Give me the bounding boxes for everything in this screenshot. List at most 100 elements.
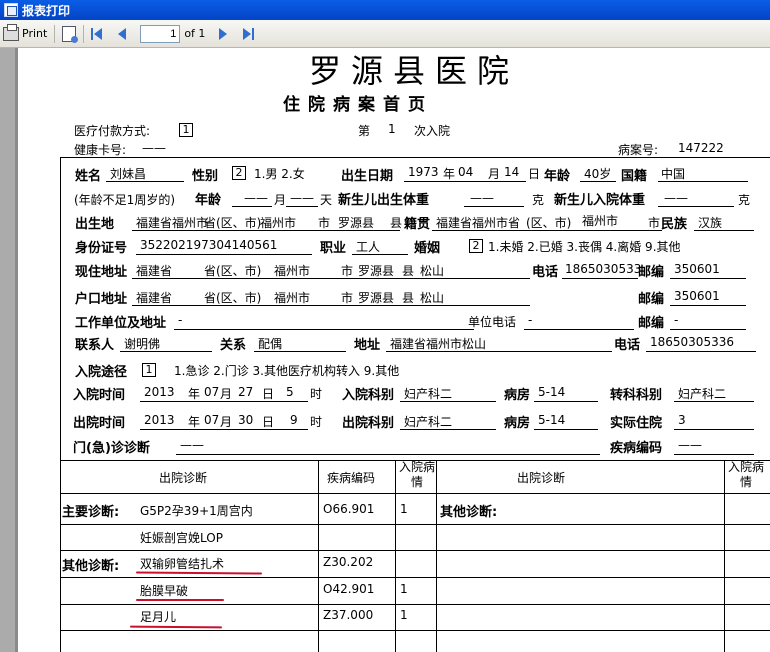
contact-value: 谢明佛 bbox=[124, 337, 161, 351]
underline bbox=[400, 401, 496, 402]
diagnosis-condition: 1 bbox=[400, 582, 408, 596]
underline bbox=[232, 206, 272, 207]
next-page-button[interactable] bbox=[211, 23, 235, 45]
admit-hour-unit: 时 bbox=[310, 387, 323, 401]
case-value: 147222 bbox=[678, 141, 724, 155]
job-label: 职业 bbox=[320, 241, 347, 256]
birthplace-county: 罗源县 bbox=[338, 216, 375, 230]
address-city-unit: 市 bbox=[341, 264, 354, 278]
other-diagnosis-label-right: 其他诊断: bbox=[440, 505, 498, 520]
diagnosis-condition: 1 bbox=[400, 502, 408, 516]
table-row-line bbox=[60, 630, 770, 631]
table-header-condition-right: 入院病情 bbox=[728, 460, 765, 489]
discharge-hour-unit: 时 bbox=[310, 415, 323, 429]
work-label: 工作单位及地址 bbox=[75, 316, 167, 331]
page-setup-button[interactable] bbox=[59, 23, 79, 45]
underline bbox=[658, 206, 734, 207]
hukou-province-unit: 省(区、市) bbox=[204, 291, 262, 305]
underline bbox=[658, 181, 748, 182]
phone-value: 1865030533 bbox=[565, 262, 642, 276]
native-label: 籍贯 bbox=[404, 217, 431, 232]
prev-page-button[interactable] bbox=[110, 23, 134, 45]
last-page-button[interactable] bbox=[235, 23, 257, 45]
birthplace-province-unit: 省(区、市) bbox=[204, 216, 262, 230]
pay-value: 1 bbox=[179, 123, 193, 137]
print-button[interactable]: Print bbox=[0, 23, 50, 45]
admit-dept-label: 入院科别 bbox=[342, 388, 395, 403]
native-province: 福建省福州市省 bbox=[436, 216, 521, 230]
hukou-province: 福建省 bbox=[136, 291, 173, 305]
work-zip-label: 邮编 bbox=[638, 316, 665, 331]
underline bbox=[132, 278, 530, 279]
underline bbox=[694, 230, 754, 231]
nb-admit-label: 新生儿入院体重 bbox=[554, 193, 646, 208]
nb-weight-value: —— bbox=[470, 191, 494, 205]
nation-value: 中国 bbox=[661, 167, 686, 181]
marry-value: 2 bbox=[469, 239, 483, 253]
discharge-dept-value: 妇产科二 bbox=[404, 415, 453, 429]
first-page-bar-icon bbox=[91, 27, 94, 40]
admit-year-unit: 年 bbox=[188, 387, 201, 401]
work-phone-label: 单位电话 bbox=[468, 315, 517, 329]
native-city: 福州市 bbox=[582, 214, 619, 228]
transfer-label: 转科科别 bbox=[610, 388, 663, 403]
underline bbox=[580, 181, 616, 182]
contact-label: 联系人 bbox=[75, 338, 115, 353]
birth-year: 1973 bbox=[408, 165, 439, 179]
app-icon bbox=[4, 3, 18, 17]
discharge-day: 30 bbox=[238, 413, 254, 427]
diagnosis-code: Z37.000 bbox=[323, 608, 374, 622]
underline bbox=[534, 429, 598, 430]
hukou-city: 福州市 bbox=[274, 291, 311, 305]
birthplace-city-unit: 市 bbox=[318, 216, 331, 230]
work-phone-value: - bbox=[528, 313, 533, 327]
discharge-hour: 9 bbox=[290, 413, 298, 427]
first-page-button[interactable] bbox=[88, 23, 110, 45]
underline bbox=[464, 206, 524, 207]
print-label: Print bbox=[22, 27, 48, 40]
table-row-line bbox=[60, 550, 770, 551]
frame-top bbox=[60, 157, 770, 158]
underline bbox=[534, 401, 598, 402]
visit-number: 1 bbox=[388, 122, 396, 136]
page-number-input[interactable] bbox=[140, 24, 181, 43]
birthplace-label: 出生地 bbox=[75, 217, 115, 232]
prev-page-icon bbox=[118, 27, 127, 40]
sex-options: 1.男 2.女 bbox=[254, 167, 305, 181]
address-town: 松山 bbox=[420, 264, 445, 278]
birth-day-unit: 日 bbox=[528, 167, 541, 181]
ethnic-value: 汉族 bbox=[698, 216, 723, 230]
underline bbox=[132, 230, 400, 231]
window-titlebar: 报表打印 bbox=[0, 0, 770, 20]
address-province: 福建省 bbox=[136, 264, 173, 278]
admit-room-value: 5-14 bbox=[538, 385, 566, 399]
main-diagnosis-label: 主要诊断: bbox=[62, 505, 120, 520]
age2-month-unit: 月 bbox=[274, 193, 287, 207]
underline bbox=[674, 401, 754, 402]
under1-note: (年龄不足1周岁的) bbox=[74, 193, 175, 207]
report-viewer[interactable]: 罗源县医院 住院病案首页 医疗付款方式: 1 第 1 次入院 健康卡号: —— … bbox=[0, 48, 770, 652]
red-annotation-underline bbox=[129, 625, 223, 629]
underline bbox=[136, 254, 312, 255]
address-label: 现住地址 bbox=[75, 265, 128, 280]
underline bbox=[386, 351, 612, 352]
underline bbox=[174, 329, 474, 330]
hukou-county: 罗源县 bbox=[358, 291, 395, 305]
underline bbox=[524, 329, 634, 330]
discharge-year-unit: 年 bbox=[188, 415, 201, 429]
admit-room-label: 病房 bbox=[504, 388, 531, 403]
age2-day-unit: 天 bbox=[320, 193, 333, 207]
diagnosis-code: O66.901 bbox=[323, 502, 375, 516]
name-value: 刘妹昌 bbox=[110, 167, 147, 181]
discharge-day-unit: 日 bbox=[262, 415, 275, 429]
underline bbox=[120, 351, 212, 352]
route-options: 1.急诊 2.门诊 3.其他医疗机构转入 9.其他 bbox=[174, 364, 400, 378]
toolbar-separator bbox=[83, 24, 85, 43]
table-col-line bbox=[436, 460, 437, 652]
age2-label: 年龄 bbox=[195, 193, 222, 208]
underline bbox=[674, 454, 754, 455]
table-row-line bbox=[60, 604, 770, 605]
nb-weight-label: 新生儿出生体重 bbox=[338, 193, 430, 208]
discharge-time-label: 出院时间 bbox=[73, 416, 126, 431]
disease-code-label: 疾病编码 bbox=[610, 441, 663, 456]
